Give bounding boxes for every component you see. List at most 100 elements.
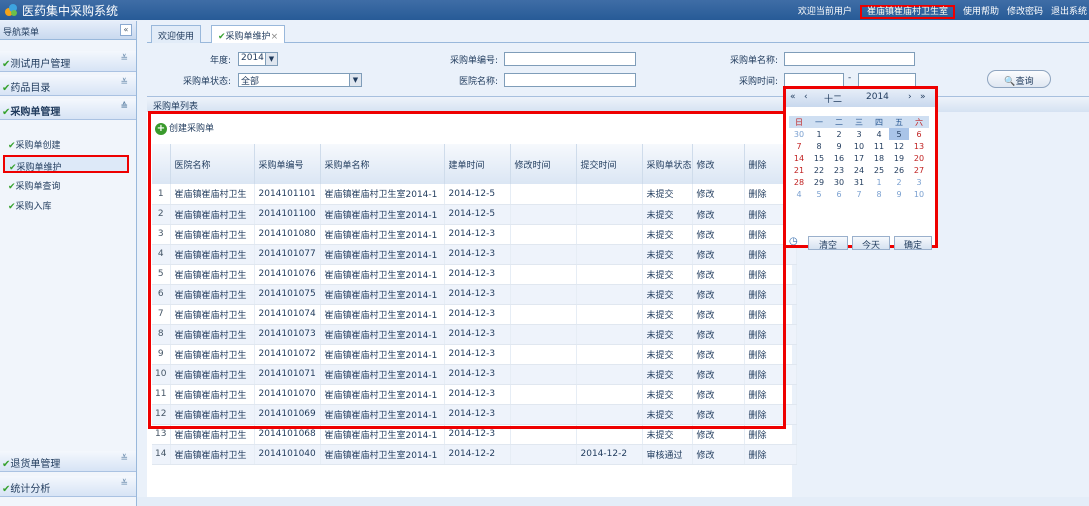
column-header[interactable]: 采购单编号: [254, 144, 321, 184]
calendar-day[interactable]: 10: [849, 140, 869, 152]
column-header[interactable]: 采购单名称: [320, 144, 445, 184]
create-order-button[interactable]: + 创建采购单: [155, 121, 214, 137]
column-header[interactable]: 修改: [692, 144, 745, 184]
time-start-input[interactable]: [784, 73, 844, 87]
edit-link[interactable]: 修改: [692, 224, 745, 245]
calendar-day[interactable]: 10: [909, 188, 929, 200]
edit-link[interactable]: 修改: [692, 184, 745, 205]
table-row[interactable]: 6 崔庙镇崔庙村卫生 2014101075 崔庙镇崔庙村卫生室2014-1 2014-1…: [152, 284, 797, 305]
sidebar-item-create-order[interactable]: ✔采购单创建: [8, 135, 61, 153]
calendar-day[interactable]: 19: [889, 152, 909, 164]
edit-link[interactable]: 修改: [692, 364, 745, 385]
table-row[interactable]: 10 崔庙镇崔庙村卫生 2014101071 崔庙镇崔庙村卫生室2014-1 2014-…: [152, 364, 797, 385]
sidebar-group-statistics[interactable]: ✔统计分析 ≚: [0, 476, 136, 497]
calendar-day[interactable]: 15: [809, 152, 829, 164]
calendar-day[interactable]: 31: [849, 176, 869, 188]
tab-welcome[interactable]: 欢迎使用: [151, 25, 202, 43]
delete-link[interactable]: 删除: [744, 364, 797, 385]
delete-link[interactable]: 删除: [744, 384, 797, 405]
calendar-day[interactable]: 25: [869, 164, 889, 176]
calendar-day[interactable]: 13: [909, 140, 929, 152]
edit-link[interactable]: 修改: [692, 324, 745, 345]
calendar-day[interactable]: 1: [869, 176, 889, 188]
prev-month-icon[interactable]: ‹: [804, 92, 808, 102]
edit-link[interactable]: 修改: [692, 344, 745, 365]
column-header[interactable]: 提交时间: [576, 144, 643, 184]
calendar-day[interactable]: 29: [809, 176, 829, 188]
calendar-day[interactable]: 7: [849, 188, 869, 200]
calendar-day[interactable]: 24: [849, 164, 869, 176]
change-password-link[interactable]: 修改密码: [1007, 7, 1043, 17]
table-row[interactable]: 5 崔庙镇崔庙村卫生 2014101076 崔庙镇崔庙村卫生室2014-1 2014-1…: [152, 264, 797, 285]
table-row[interactable]: 7 崔庙镇崔庙村卫生 2014101074 崔庙镇崔庙村卫生室2014-1 2014-1…: [152, 304, 797, 325]
calendar-day[interactable]: 1: [809, 128, 829, 140]
sidebar-item-maintain-order[interactable]: ✔采购单维护: [3, 155, 129, 173]
table-row[interactable]: 3 崔庙镇崔庙村卫生 2014101080 崔庙镇崔庙村卫生室2014-1 2014-1…: [152, 224, 797, 245]
delete-link[interactable]: 删除: [744, 284, 797, 305]
calendar-day[interactable]: 23: [829, 164, 849, 176]
table-row[interactable]: 8 崔庙镇崔庙村卫生 2014101073 崔庙镇崔庙村卫生室2014-1 2014-1…: [152, 324, 797, 345]
calendar-day[interactable]: 26: [889, 164, 909, 176]
next-month-icon[interactable]: ›: [908, 92, 912, 102]
calendar-day[interactable]: 11: [869, 140, 889, 152]
calendar-day[interactable]: 30: [789, 128, 809, 140]
calendar-ok-button[interactable]: 确定: [894, 236, 932, 251]
delete-link[interactable]: 删除: [744, 424, 797, 445]
calendar-day[interactable]: 6: [909, 128, 929, 140]
logout-link[interactable]: 退出系统: [1051, 7, 1087, 17]
edit-link[interactable]: 修改: [692, 284, 745, 305]
table-row[interactable]: 12 崔庙镇崔庙村卫生 2014101069 崔庙镇崔庙村卫生室2014-1 2014-…: [152, 404, 797, 425]
calendar-day[interactable]: 2: [889, 176, 909, 188]
calendar-today-button[interactable]: 今天: [852, 236, 890, 251]
edit-link[interactable]: 修改: [692, 444, 745, 465]
order-no-input[interactable]: [504, 52, 636, 66]
delete-link[interactable]: 删除: [744, 344, 797, 365]
sidebar-item-query-order[interactable]: ✔采购单查询: [8, 176, 61, 194]
column-header[interactable]: 采购单状态: [642, 144, 693, 184]
table-row[interactable]: 1 崔庙镇崔庙村卫生 2014101101 崔庙镇崔庙村卫生室2014-1 2014-1…: [152, 184, 797, 205]
delete-link[interactable]: 删除: [744, 264, 797, 285]
table-row[interactable]: 11 崔庙镇崔庙村卫生 2014101070 崔庙镇崔庙村卫生室2014-1 2014-…: [152, 384, 797, 405]
calendar-day[interactable]: 27: [909, 164, 929, 176]
delete-link[interactable]: 删除: [744, 304, 797, 325]
calendar-day[interactable]: 21: [789, 164, 809, 176]
table-row[interactable]: 14 崔庙镇崔庙村卫生 2014101040 崔庙镇崔庙村卫生室2014-1 2014-…: [152, 444, 797, 465]
calendar-day[interactable]: 12: [889, 140, 909, 152]
calendar-day[interactable]: 20: [909, 152, 929, 164]
help-link[interactable]: 使用帮助: [963, 7, 999, 17]
year-select[interactable]: 2014 ▼: [238, 52, 278, 66]
calendar-day[interactable]: 4: [789, 188, 809, 200]
calendar-day[interactable]: 3: [849, 128, 869, 140]
table-row[interactable]: 9 崔庙镇崔庙村卫生 2014101072 崔庙镇崔庙村卫生室2014-1 2014-1…: [152, 344, 797, 365]
calendar-day[interactable]: 17: [849, 152, 869, 164]
calendar-day[interactable]: 16: [829, 152, 849, 164]
calendar-day[interactable]: 8: [869, 188, 889, 200]
calendar-clear-button[interactable]: 清空: [808, 236, 848, 251]
calendar-day[interactable]: 22: [809, 164, 829, 176]
calendar-day[interactable]: 3: [909, 176, 929, 188]
edit-link[interactable]: 修改: [692, 264, 745, 285]
edit-link[interactable]: 修改: [692, 424, 745, 445]
tab-maintain-order[interactable]: ✔采购单维护×: [211, 25, 286, 43]
status-select[interactable]: 全部 ▼: [238, 73, 362, 87]
edit-link[interactable]: 修改: [692, 304, 745, 325]
calendar-day[interactable]: 30: [829, 176, 849, 188]
table-row[interactable]: 4 崔庙镇崔庙村卫生 2014101077 崔庙镇崔庙村卫生室2014-1 2014-1…: [152, 244, 797, 265]
order-name-input[interactable]: [784, 52, 915, 66]
column-header[interactable]: 医院名称: [170, 144, 255, 184]
query-button[interactable]: 🔍查询: [987, 70, 1051, 88]
calendar-month[interactable]: 十二: [824, 92, 842, 105]
edit-link[interactable]: 修改: [692, 404, 745, 425]
calendar-year[interactable]: 2014: [866, 92, 889, 102]
column-header[interactable]: [152, 144, 171, 184]
column-header[interactable]: 修改时间: [510, 144, 577, 184]
delete-link[interactable]: 删除: [744, 324, 797, 345]
calendar-day[interactable]: 5: [809, 188, 829, 200]
table-row[interactable]: 2 崔庙镇崔庙村卫生 2014101100 崔庙镇崔庙村卫生室2014-1 2014-1…: [152, 204, 797, 225]
edit-link[interactable]: 修改: [692, 204, 745, 225]
hospital-input[interactable]: [504, 73, 636, 87]
calendar-day[interactable]: 4: [869, 128, 889, 140]
sidebar-group-returns[interactable]: ✔退货单管理 ≚: [0, 451, 136, 472]
edit-link[interactable]: 修改: [692, 384, 745, 405]
sidebar-item-stock-in[interactable]: ✔采购入库: [8, 196, 52, 214]
